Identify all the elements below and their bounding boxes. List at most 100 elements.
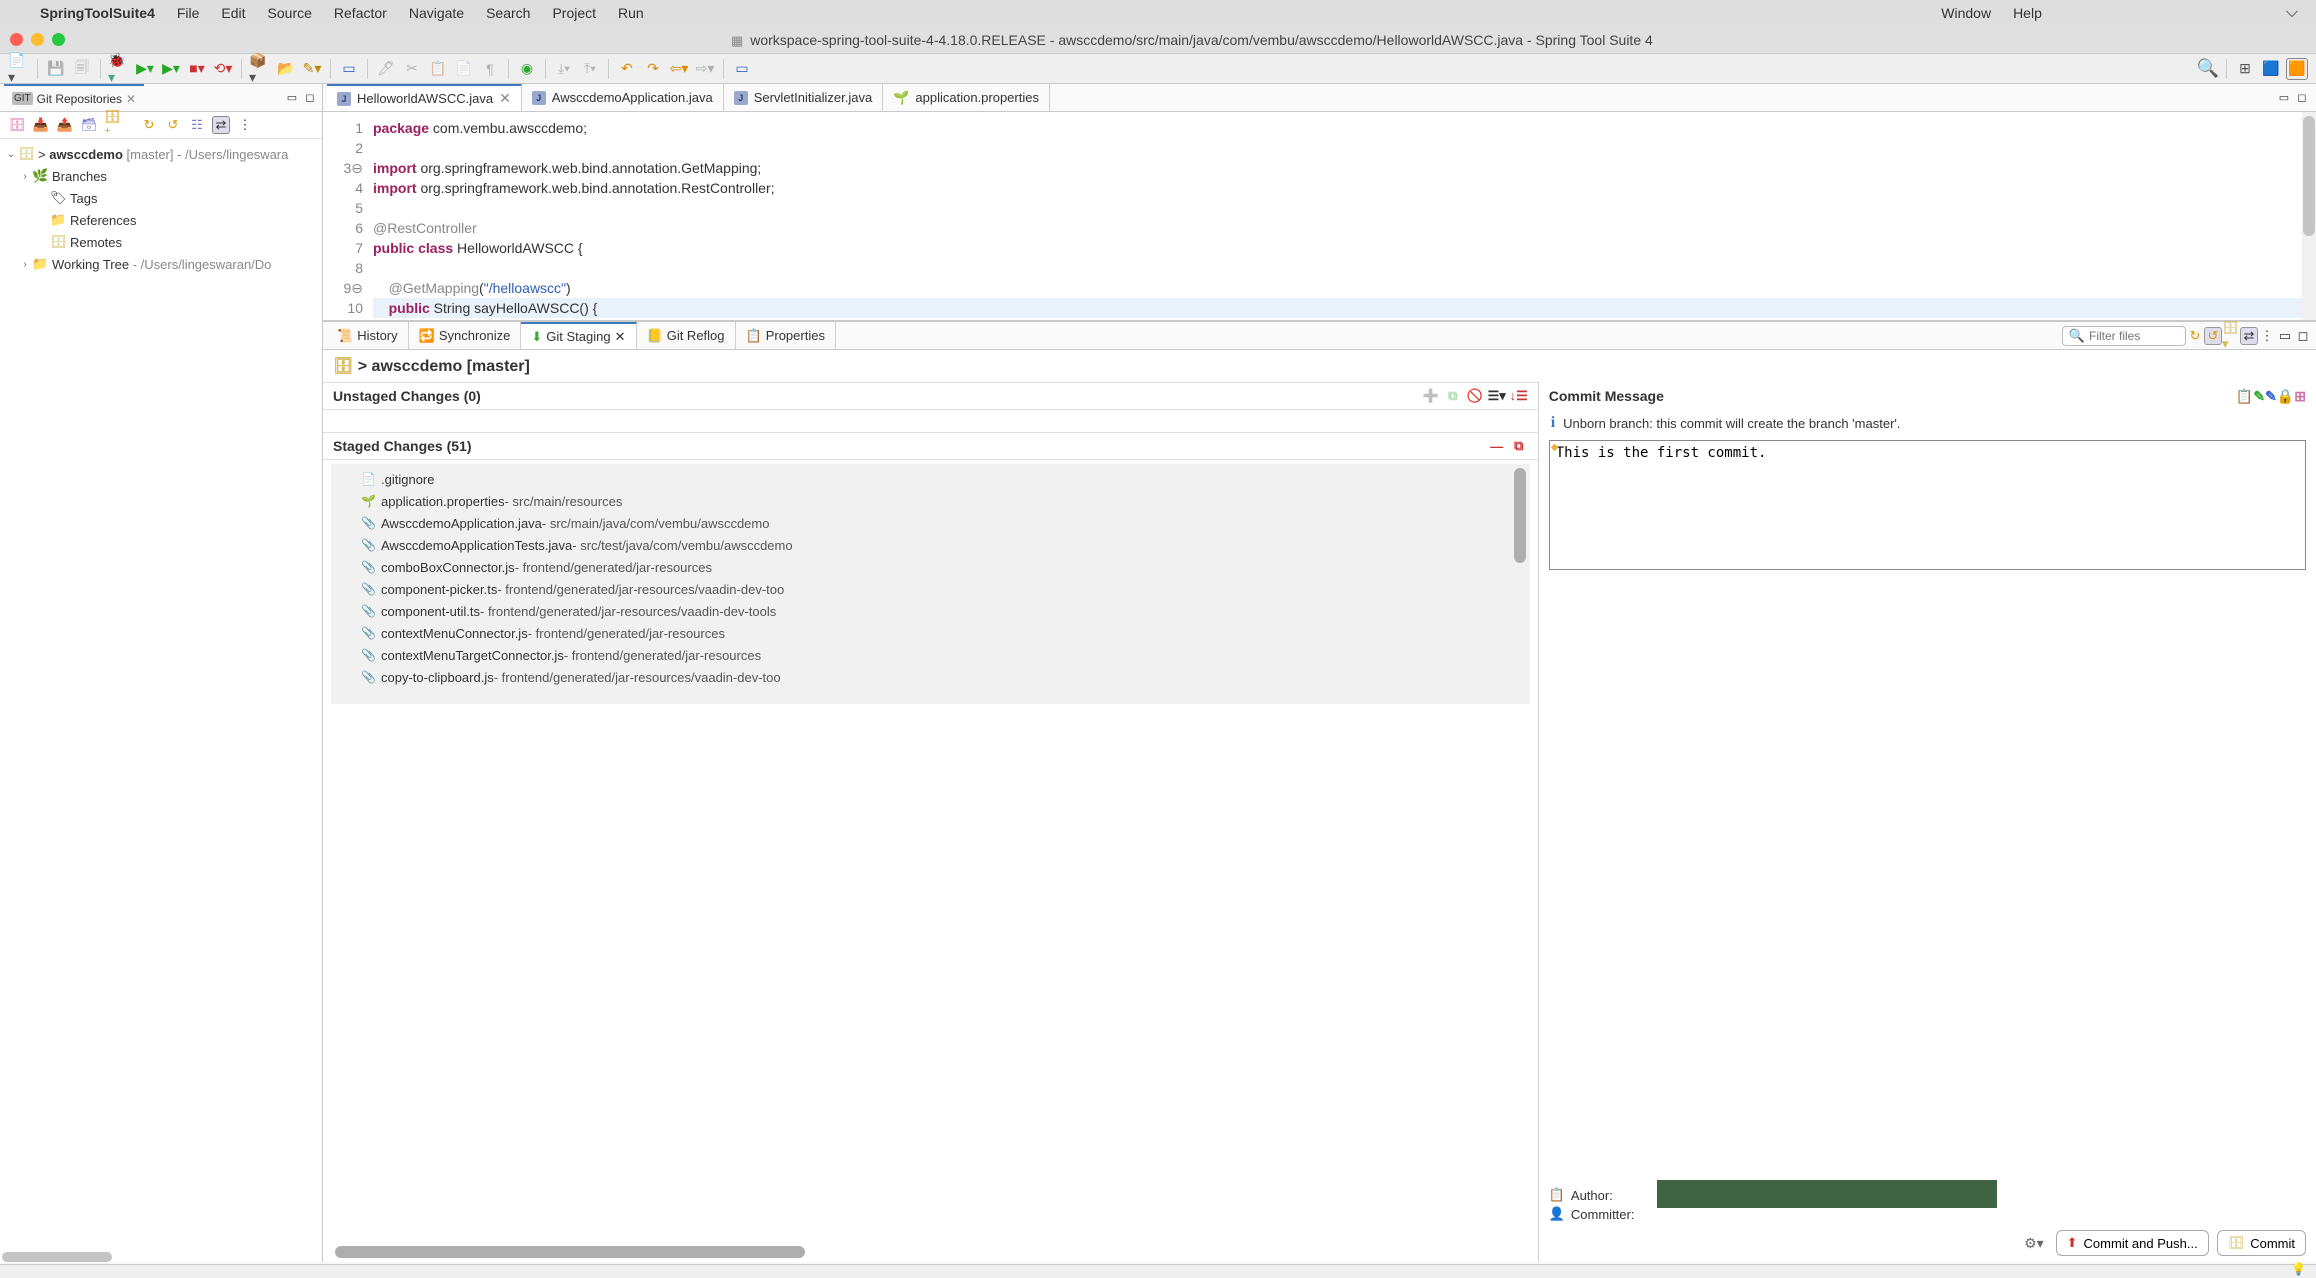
git-perspective-icon[interactable]: 🟧 <box>2286 58 2308 80</box>
unstage-icon[interactable]: — <box>1488 437 1506 455</box>
tree-branches[interactable]: › 🌿 Branches <box>0 165 322 187</box>
search-icon[interactable]: 🔍 <box>2197 58 2219 80</box>
stage-all-icon[interactable]: ⧉ <box>1444 387 1462 405</box>
traffic-close[interactable] <box>10 33 23 46</box>
bulb-icon[interactable]: 💡 <box>2291 1262 2306 1276</box>
prev-icon[interactable]: ⇦▾ <box>668 58 690 80</box>
scrollbar-thumb[interactable] <box>2 1252 112 1262</box>
tab-git-reflog[interactable]: 📒 Git Reflog <box>637 322 736 349</box>
link-selection-icon[interactable]: ↺ <box>2204 327 2222 345</box>
filter-input[interactable] <box>2089 329 2179 343</box>
staged-file-row[interactable]: 🌱application.properties - src/main/resou… <box>331 490 1530 512</box>
compare-mode-icon[interactable]: ⇄ <box>2240 327 2258 345</box>
scrollbar-thumb[interactable] <box>1514 468 1526 563</box>
maximize-icon[interactable]: ◻ <box>2294 90 2310 106</box>
run-icon[interactable]: ▶▾ <box>134 58 156 80</box>
menu-edit[interactable]: Edit <box>221 5 245 21</box>
repo-clone-icon[interactable]: 📥 <box>32 116 50 134</box>
lock-icon[interactable]: 🔒 <box>2277 388 2294 405</box>
repo-refresh-icon[interactable]: 🗄⁺ <box>104 116 122 134</box>
tab-helloworld[interactable]: J HelloworldAWSCC.java ✕ <box>327 84 522 111</box>
menu-window[interactable]: Window <box>1941 5 1991 21</box>
menu-run[interactable]: Run <box>618 5 644 21</box>
filter-files-input[interactable]: 🔍 <box>2062 326 2186 346</box>
sort2-icon[interactable]: ↓☰ <box>1510 387 1528 405</box>
sync-icon[interactable]: ↻ <box>140 116 158 134</box>
repo-root[interactable]: ⌄ 🗄 > awsccdemo [master] - /Users/linges… <box>0 143 322 165</box>
hierarchy-icon[interactable]: ☷ <box>188 116 206 134</box>
repo-add-icon[interactable]: 🗄 <box>8 116 26 134</box>
git-repositories-tab[interactable]: GIT Git Repositories ✕ <box>4 84 144 111</box>
maximize-icon[interactable]: ◻ <box>2294 327 2312 345</box>
stop-icon[interactable]: ■▾ <box>186 58 208 80</box>
changeid-icon[interactable]: ✎ <box>2265 388 2277 405</box>
scrollbar-thumb[interactable] <box>335 1246 805 1258</box>
tree-references[interactable]: · 📁 References <box>0 209 322 231</box>
view-menu-icon[interactable]: ⋮ <box>2258 327 2276 345</box>
menu-refactor[interactable]: Refactor <box>334 5 387 21</box>
runlast-icon[interactable]: ▶▾ <box>160 58 182 80</box>
tree-tags[interactable]: · 🏷 Tags <box>0 187 322 209</box>
refresh-icon[interactable]: ↻ <box>2186 327 2204 345</box>
pin-icon[interactable]: ▭ <box>731 58 753 80</box>
toggle-breadcrumb-icon[interactable]: ▭ <box>338 58 360 80</box>
debug-icon[interactable]: 🐞▾ <box>108 58 130 80</box>
new-icon[interactable]: 📄▾ <box>8 58 30 80</box>
menu-navigate[interactable]: Navigate <box>409 5 464 21</box>
preview-icon[interactable]: ⊞ <box>2294 388 2306 405</box>
app-name[interactable]: SpringToolSuite4 <box>40 5 155 21</box>
code-editor[interactable]: 123⊖456789⊖1011 package com.vembu.awsccd… <box>323 112 2316 322</box>
saveall-icon[interactable]: 🗐 <box>71 58 93 80</box>
signoff-icon[interactable]: ✎ <box>2253 388 2265 405</box>
tab-awsccdemoapp[interactable]: J AwsccdemoApplication.java <box>522 84 724 111</box>
forward-icon[interactable]: ↷ <box>642 58 664 80</box>
newpkg-icon[interactable]: 📦▾ <box>249 58 271 80</box>
close-icon[interactable]: ✕ <box>499 90 511 107</box>
relaunch-icon[interactable]: ⟲▾ <box>212 58 234 80</box>
repository-tree[interactable]: ⌄ 🗄 > awsccdemo [master] - /Users/linges… <box>0 139 322 279</box>
staged-file-row[interactable]: 📎comboBoxConnector.js - frontend/generat… <box>331 556 1530 578</box>
staged-list[interactable]: 📄.gitignore🌱application.properties - src… <box>323 460 1538 1262</box>
code-area[interactable]: package com.vembu.awsccdemo;import org.s… <box>373 112 2302 320</box>
tab-synchronize[interactable]: 🔁 Synchronize <box>409 322 522 349</box>
menu-search[interactable]: Search <box>486 5 530 21</box>
staged-file-row[interactable]: 📎AwsccdemoApplicationTests.java - src/te… <box>331 534 1530 556</box>
maximize-icon[interactable]: ◻ <box>302 90 318 106</box>
traffic-minimize[interactable] <box>31 33 44 46</box>
tree-working-tree[interactable]: › 📁 Working Tree - /Users/lingeswaran/Do <box>0 253 322 275</box>
unstage-all-icon[interactable]: ⧉ <box>1510 437 1528 455</box>
unstaged-list[interactable] <box>323 410 1538 432</box>
open-perspective-icon[interactable]: ⊞ <box>2234 58 2256 80</box>
staged-file-row[interactable]: 📎AwsccdemoApplication.java - src/main/ja… <box>331 512 1530 534</box>
cut-icon[interactable]: ✂ <box>401 58 423 80</box>
staged-file-row[interactable]: 📎contextMenuConnector.js - frontend/gene… <box>331 622 1530 644</box>
pull-icon[interactable]: ⤓▾ <box>553 58 575 80</box>
editor-scrollbar[interactable] <box>2302 112 2316 320</box>
copy-icon[interactable]: 📋 <box>427 58 449 80</box>
amend-icon[interactable]: 📋 <box>2236 388 2253 405</box>
boot-dashboard-icon[interactable]: ◉ <box>516 58 538 80</box>
tab-history[interactable]: 📜 History <box>327 322 409 349</box>
close-icon[interactable]: ✕ <box>126 92 136 106</box>
bluetooth-icon[interactable]: ⌵ <box>2286 4 2298 22</box>
java-perspective-icon[interactable]: 🟦 <box>2260 58 2282 80</box>
minimize-icon[interactable]: ▭ <box>2276 327 2294 345</box>
staged-file-row[interactable]: 📎component-picker.ts - frontend/generate… <box>331 578 1530 600</box>
newclass-icon[interactable]: 📂 <box>275 58 297 80</box>
minimize-icon[interactable]: ▭ <box>284 90 300 106</box>
menu-help[interactable]: Help <box>2013 5 2042 21</box>
menu-project[interactable]: Project <box>552 5 596 21</box>
tab-git-staging[interactable]: ⬇ Git Staging ✕ <box>521 322 636 349</box>
sort-icon[interactable]: ☰▾ <box>1488 387 1506 405</box>
commit-message-input[interactable] <box>1549 440 2306 570</box>
menu-source[interactable]: Source <box>268 5 312 21</box>
push-icon[interactable]: ⤒▾ <box>579 58 601 80</box>
repo-create-icon[interactable]: 📤 <box>56 116 74 134</box>
tree-remotes[interactable]: · 🗄 Remotes <box>0 231 322 253</box>
mark-icon[interactable]: 🖊 <box>375 58 397 80</box>
repo-dropdown-icon[interactable]: 🗄▾ <box>2222 327 2240 345</box>
gear-icon[interactable]: ⚙▾ <box>2024 1235 2044 1252</box>
undo-icon[interactable]: ↺ <box>164 116 182 134</box>
close-icon[interactable]: ✕ <box>615 329 626 345</box>
staged-file-row[interactable]: 📄.gitignore <box>331 468 1530 490</box>
